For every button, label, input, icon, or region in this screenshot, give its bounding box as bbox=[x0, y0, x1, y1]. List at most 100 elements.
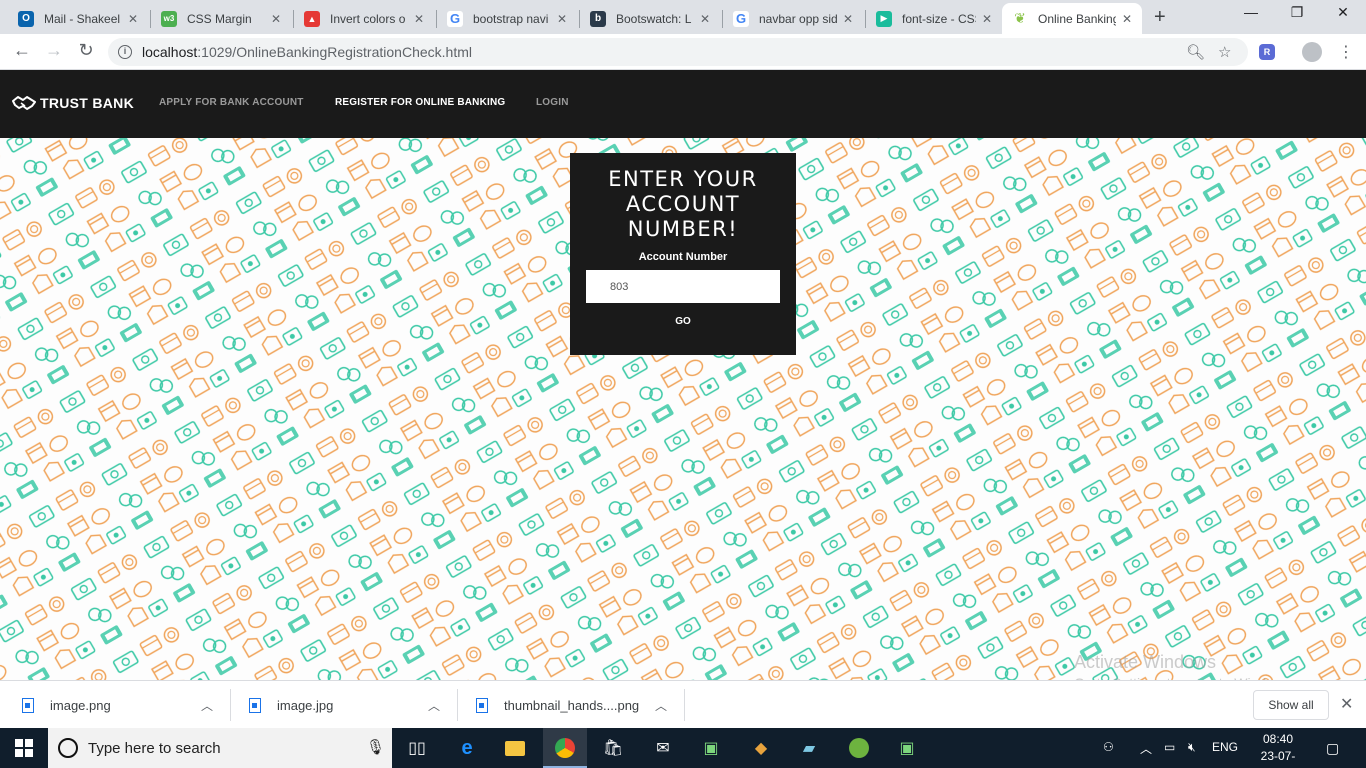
close-icon[interactable]: ✕ bbox=[982, 12, 992, 26]
cortana-icon bbox=[58, 738, 78, 758]
downloads-bar: image.png ︿ image.jpg ︿ thumbnail_hands.… bbox=[0, 680, 1366, 728]
close-icon[interactable]: ✕ bbox=[557, 12, 567, 26]
file-explorer-icon[interactable] bbox=[503, 736, 527, 760]
browser-toolbar: ← → ↻ i localhost:1029/OnlineBankingRegi… bbox=[0, 34, 1366, 70]
google-icon: G bbox=[447, 10, 463, 27]
mail-icon[interactable]: ✉ bbox=[651, 736, 675, 760]
reload-icon[interactable]: ↻ bbox=[74, 40, 98, 61]
url-text: localhost:1029/OnlineBankingRegistration… bbox=[142, 44, 472, 60]
new-tab-icon[interactable]: + bbox=[1154, 6, 1166, 29]
tab-bootstrap-navi[interactable]: G bootstrap navi ✕ bbox=[437, 3, 577, 34]
chevron-up-icon[interactable]: ︿ bbox=[655, 697, 667, 714]
notification-icon[interactable]: ▢ bbox=[1326, 740, 1339, 757]
tab-title: navbar opp sid bbox=[759, 11, 837, 26]
tab-navbar-opp[interactable]: G navbar opp sid ✕ bbox=[723, 3, 863, 34]
clock-time: 08:40 bbox=[1262, 732, 1294, 746]
bootswatch-icon: b bbox=[590, 10, 606, 27]
microphone-icon[interactable]: 🎙︎ bbox=[366, 738, 385, 756]
download-item[interactable]: image.png bbox=[22, 681, 111, 729]
tab-font-size[interactable]: ▶ font-size - CSS ✕ bbox=[866, 3, 1002, 34]
show-all-button[interactable]: Show all bbox=[1253, 690, 1329, 720]
url-host: localhost bbox=[142, 44, 198, 60]
bookmark-star-icon[interactable]: ☆ bbox=[1218, 43, 1231, 61]
tab-mail[interactable]: O Mail - Shakeel ✕ bbox=[8, 3, 148, 34]
tab-css-margin[interactable]: w3 CSS Margin ✕ bbox=[151, 3, 291, 34]
brand-logo[interactable]: TRUST BANK bbox=[12, 94, 134, 112]
chevron-up-icon[interactable]: ︿ bbox=[428, 697, 440, 714]
go-button[interactable]: GO bbox=[665, 311, 701, 331]
back-icon[interactable]: ← bbox=[10, 40, 34, 61]
profile-avatar[interactable] bbox=[1302, 42, 1322, 62]
restore-icon[interactable]: ❐ bbox=[1274, 4, 1320, 21]
url-path: :1029/OnlineBankingRegistrationCheck.htm… bbox=[197, 44, 472, 60]
account-number-input[interactable] bbox=[586, 270, 780, 303]
language-indicator[interactable]: ENG bbox=[1212, 740, 1238, 754]
handshake-icon bbox=[12, 96, 36, 110]
kebab-menu-icon[interactable]: ⋮ bbox=[1338, 42, 1354, 62]
codepen-icon: ▶ bbox=[876, 10, 892, 27]
close-icon[interactable]: ✕ bbox=[414, 12, 424, 26]
volume-muted-icon[interactable]: 🔇︎ bbox=[1188, 740, 1196, 755]
w3schools-icon: w3 bbox=[161, 10, 177, 27]
download-filename: image.png bbox=[50, 697, 111, 713]
brand-name: TRUST BANK bbox=[40, 95, 134, 111]
taskbar-search-box[interactable]: Type here to search 🎙︎ bbox=[48, 728, 392, 768]
download-divider bbox=[230, 689, 231, 721]
windows-taskbar: Type here to search 🎙︎ ▯▯ e 🛍︎ ✉ ▣ ◆ ▰ ▣… bbox=[0, 728, 1366, 768]
browser-tab-strip: O Mail - Shakeel ✕ w3 CSS Margin ✕ ▲ Inv… bbox=[0, 0, 1366, 34]
close-icon[interactable]: ✕ bbox=[700, 12, 710, 26]
close-icon[interactable]: ✕ bbox=[128, 12, 138, 26]
chrome-icon[interactable] bbox=[553, 736, 577, 760]
download-item[interactable]: thumbnail_hands....png bbox=[476, 681, 639, 729]
download-filename: image.jpg bbox=[277, 697, 334, 713]
tab-title: Invert colors o bbox=[330, 11, 406, 26]
tab-invert-colors[interactable]: ▲ Invert colors o ✕ bbox=[294, 3, 434, 34]
spring-tool-icon[interactable] bbox=[847, 736, 871, 760]
tab-title: bootstrap navi bbox=[473, 11, 549, 26]
nav-apply-for-bank-account[interactable]: APPLY FOR BANK ACCOUNT bbox=[159, 97, 304, 108]
tab-title: Bootswatch: L bbox=[616, 11, 692, 26]
forward-icon[interactable]: → bbox=[42, 40, 66, 61]
store-icon[interactable]: 🛍︎ bbox=[601, 736, 625, 760]
windows-start-icon[interactable] bbox=[15, 739, 33, 757]
window-close-icon[interactable]: ✕ bbox=[1320, 4, 1366, 21]
network-icon[interactable]: ▭ bbox=[1164, 740, 1175, 754]
task-view-icon[interactable]: ▯▯ bbox=[405, 736, 429, 760]
leaf-icon: ❦ bbox=[1012, 10, 1028, 27]
close-icon[interactable]: ✕ bbox=[271, 12, 281, 26]
media-app-icon[interactable]: ▣ bbox=[699, 736, 723, 760]
notes-app-icon[interactable]: ▰ bbox=[797, 736, 821, 760]
download-item[interactable]: image.jpg bbox=[249, 681, 333, 729]
nav-register-online-banking[interactable]: REGISTER FOR ONLINE BANKING bbox=[335, 97, 505, 108]
image-file-icon bbox=[476, 697, 488, 713]
tree-icon: ▲ bbox=[304, 10, 320, 27]
tab-online-banking[interactable]: ❦ Online Banking ✕ bbox=[1002, 3, 1142, 34]
extension-icon[interactable]: R bbox=[1259, 44, 1275, 60]
edge-icon[interactable]: e bbox=[455, 736, 479, 760]
download-divider bbox=[684, 689, 685, 721]
site-navbar: TRUST BANK APPLY FOR BANK ACCOUNT REGIST… bbox=[0, 70, 1366, 138]
zoom-icon[interactable]: 🔍︎ bbox=[1186, 43, 1205, 61]
minimize-icon[interactable]: — bbox=[1228, 4, 1274, 20]
tab-title: Mail - Shakeel bbox=[44, 11, 121, 26]
close-icon[interactable]: ✕ bbox=[843, 12, 853, 26]
taskbar-clock[interactable]: 08:40 23-07-2019 bbox=[1248, 731, 1308, 768]
media-player-icon[interactable]: ▣ bbox=[895, 736, 919, 760]
search-placeholder: Type here to search bbox=[88, 740, 221, 757]
close-icon[interactable]: ✕ bbox=[1122, 12, 1132, 26]
nav-login[interactable]: LOGIN bbox=[536, 97, 569, 108]
clock-date: 23-07-2019 bbox=[1260, 749, 1296, 768]
tab-title: Online Banking bbox=[1038, 11, 1116, 26]
git-icon[interactable]: ◆ bbox=[749, 736, 773, 760]
outlook-icon: O bbox=[18, 10, 34, 27]
people-icon[interactable]: ⚇ bbox=[1103, 740, 1114, 754]
address-bar[interactable]: i localhost:1029/OnlineBankingRegistrati… bbox=[108, 38, 1248, 66]
close-icon[interactable]: ✕ bbox=[1340, 694, 1353, 714]
tab-bootswatch[interactable]: b Bootswatch: L ✕ bbox=[580, 3, 720, 34]
image-file-icon bbox=[22, 697, 34, 713]
chevron-up-icon[interactable]: ︿ bbox=[1140, 740, 1152, 757]
chevron-up-icon[interactable]: ︿ bbox=[201, 697, 213, 714]
image-file-icon bbox=[249, 697, 261, 713]
tab-title: font-size - CSS bbox=[902, 11, 976, 26]
info-icon[interactable]: i bbox=[118, 45, 132, 59]
